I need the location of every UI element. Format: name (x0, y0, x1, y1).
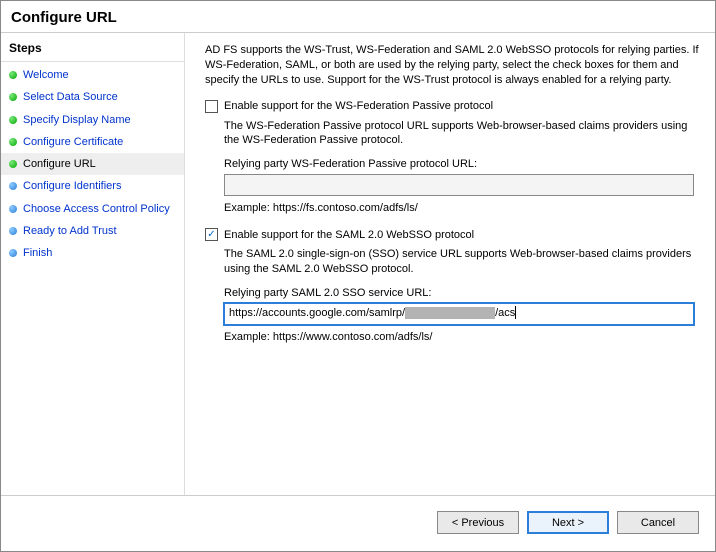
wsfed-url-label: Relying party WS-Federation Passive prot… (224, 158, 699, 170)
saml-url-suffix: /acs (495, 307, 515, 319)
step-specify-display-name[interactable]: Specify Display Name (1, 109, 184, 131)
step-welcome[interactable]: Welcome (1, 64, 184, 86)
next-button[interactable]: Next > (527, 511, 609, 534)
bullet-icon (9, 93, 17, 101)
cancel-button[interactable]: Cancel (617, 511, 699, 534)
bullet-icon (9, 205, 17, 213)
steps-sidebar: Steps Welcome Select Data Source Specify… (1, 33, 185, 495)
step-configure-url[interactable]: Configure URL (1, 153, 184, 175)
saml-url-input[interactable]: https://accounts.google.com/samlrp/ /acs (224, 303, 694, 325)
bullet-icon (9, 71, 17, 79)
step-ready-to-add-trust[interactable]: Ready to Add Trust (1, 220, 184, 242)
bullet-icon (9, 227, 17, 235)
saml-url-selected (405, 307, 495, 319)
step-label: Specify Display Name (23, 113, 176, 127)
page-title: Configure URL (1, 1, 715, 32)
saml-checkbox[interactable]: ✓ (205, 228, 218, 241)
wsfed-example: Example: https://fs.contoso.com/adfs/ls/ (224, 202, 699, 214)
step-label: Finish (23, 246, 176, 260)
step-configure-certificate[interactable]: Configure Certificate (1, 131, 184, 153)
step-label: Welcome (23, 68, 176, 82)
steps-header: Steps (1, 37, 184, 62)
saml-checkbox-label: Enable support for the SAML 2.0 WebSSO p… (224, 229, 474, 241)
footer: < Previous Next > Cancel (1, 495, 715, 549)
wsfed-checkbox[interactable] (205, 100, 218, 113)
step-finish[interactable]: Finish (1, 242, 184, 264)
saml-checkbox-row[interactable]: ✓ Enable support for the SAML 2.0 WebSSO… (205, 228, 699, 241)
wsfed-url-input (224, 174, 694, 196)
wsfed-description: The WS-Federation Passive protocol URL s… (224, 119, 699, 149)
main-panel: AD FS supports the WS-Trust, WS-Federati… (185, 33, 715, 495)
step-label: Configure URL (23, 157, 176, 171)
bullet-icon (9, 138, 17, 146)
saml-url-label: Relying party SAML 2.0 SSO service URL: (224, 287, 699, 299)
step-label: Configure Identifiers (23, 179, 176, 193)
step-configure-identifiers[interactable]: Configure Identifiers (1, 175, 184, 197)
bullet-icon (9, 160, 17, 168)
step-label: Ready to Add Trust (23, 224, 176, 238)
step-label: Select Data Source (23, 90, 176, 104)
saml-url-prefix: https://accounts.google.com/samlrp/ (229, 307, 405, 319)
saml-example: Example: https://www.contoso.com/adfs/ls… (224, 331, 699, 343)
intro-text: AD FS supports the WS-Trust, WS-Federati… (205, 43, 699, 88)
bullet-icon (9, 182, 17, 190)
wsfed-checkbox-label: Enable support for the WS-Federation Pas… (224, 100, 493, 112)
bullet-icon (9, 249, 17, 257)
step-label: Choose Access Control Policy (23, 202, 176, 216)
wsfed-checkbox-row[interactable]: Enable support for the WS-Federation Pas… (205, 100, 699, 113)
text-cursor (515, 306, 516, 319)
saml-description: The SAML 2.0 single-sign-on (SSO) servic… (224, 247, 699, 277)
previous-button[interactable]: < Previous (437, 511, 519, 534)
step-label: Configure Certificate (23, 135, 176, 149)
bullet-icon (9, 116, 17, 124)
step-choose-access-control[interactable]: Choose Access Control Policy (1, 198, 184, 220)
step-select-data-source[interactable]: Select Data Source (1, 86, 184, 108)
